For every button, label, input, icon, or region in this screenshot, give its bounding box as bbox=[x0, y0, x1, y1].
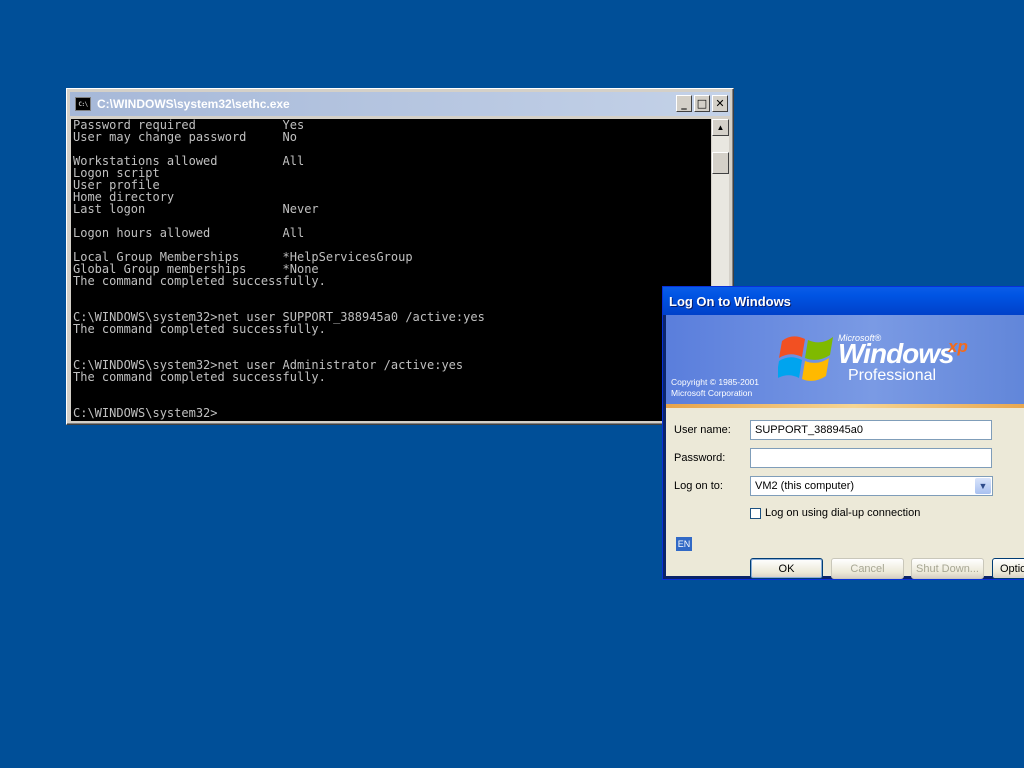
console-line: C:\WINDOWS\system32> bbox=[73, 406, 218, 420]
dialup-option[interactable]: Log on using dial-up connection bbox=[750, 507, 920, 519]
windows-flag-icon bbox=[778, 336, 833, 381]
console-output[interactable]: Password required Yes User may change pas… bbox=[71, 119, 711, 421]
logon-title: Log On to Windows bbox=[669, 293, 791, 309]
cancel-button[interactable]: Cancel bbox=[831, 558, 904, 579]
language-indicator[interactable]: EN bbox=[676, 537, 692, 551]
windows-xp-banner: Microsoft® Windows xp Professional Copyr… bbox=[666, 315, 1024, 404]
options-button[interactable]: Options bbox=[992, 558, 1024, 579]
minimize-button[interactable]: _ bbox=[676, 95, 692, 112]
logon-to-label: Log on to: bbox=[674, 480, 723, 492]
console-line: Workstations allowed All bbox=[73, 154, 305, 168]
console-line: Last logon Never bbox=[73, 202, 319, 216]
console-window[interactable]: C:\ C:\WINDOWS\system32\sethc.exe _ □ ✕ … bbox=[66, 88, 734, 425]
console-line: User may change password No bbox=[73, 130, 297, 144]
close-button[interactable]: ✕ bbox=[712, 95, 728, 112]
console-line: The command completed successfully. bbox=[73, 274, 326, 288]
maximize-button[interactable]: □ bbox=[694, 95, 710, 112]
console-line: The command completed successfully. bbox=[73, 370, 326, 384]
logon-to-select[interactable]: VM2 (this computer) ▼ bbox=[750, 476, 993, 496]
chevron-down-icon[interactable]: ▼ bbox=[975, 478, 991, 494]
password-label: Password: bbox=[674, 452, 726, 464]
xp-text: xp bbox=[948, 337, 968, 356]
copyright-text: Copyright © 1985-2001 Microsoft Corporat… bbox=[671, 377, 759, 399]
scroll-thumb[interactable] bbox=[712, 152, 729, 174]
console-app-icon: C:\ bbox=[75, 97, 91, 111]
dialup-checkbox[interactable] bbox=[750, 507, 761, 519]
console-title: C:\WINDOWS\system32\sethc.exe bbox=[97, 97, 290, 111]
logon-title-bar[interactable]: Log On to Windows bbox=[663, 287, 1024, 315]
password-input[interactable] bbox=[750, 448, 992, 468]
user-name-input[interactable] bbox=[750, 420, 992, 440]
dialup-label: Log on using dial-up connection bbox=[765, 507, 921, 519]
console-text: Password required Yes User may change pas… bbox=[71, 119, 711, 419]
shutdown-button[interactable]: Shut Down... bbox=[911, 558, 984, 579]
logon-form: User name: Password: Log on to: VM2 (thi… bbox=[666, 408, 1024, 579]
user-name-label: User name: bbox=[674, 424, 731, 436]
console-line: Logon script bbox=[73, 166, 160, 180]
console-title-bar[interactable]: C:\ C:\WINDOWS\system32\sethc.exe _ □ ✕ bbox=[70, 92, 730, 116]
console-line: Logon hours allowed All bbox=[73, 226, 305, 240]
ok-button[interactable]: OK bbox=[750, 558, 823, 579]
copyright-line-2: Microsoft Corporation bbox=[671, 388, 753, 398]
scroll-up-icon[interactable]: ▲ bbox=[712, 119, 729, 136]
logon-to-value: VM2 (this computer) bbox=[755, 480, 855, 492]
windows-text: Windows bbox=[838, 338, 955, 369]
edition-text: Professional bbox=[848, 367, 937, 384]
logon-dialog[interactable]: Log On to Windows Microsoft® Windows xp … bbox=[662, 286, 1024, 580]
copyright-line-1: Copyright © 1985-2001 bbox=[671, 377, 760, 387]
console-line: The command completed successfully. bbox=[73, 322, 326, 336]
